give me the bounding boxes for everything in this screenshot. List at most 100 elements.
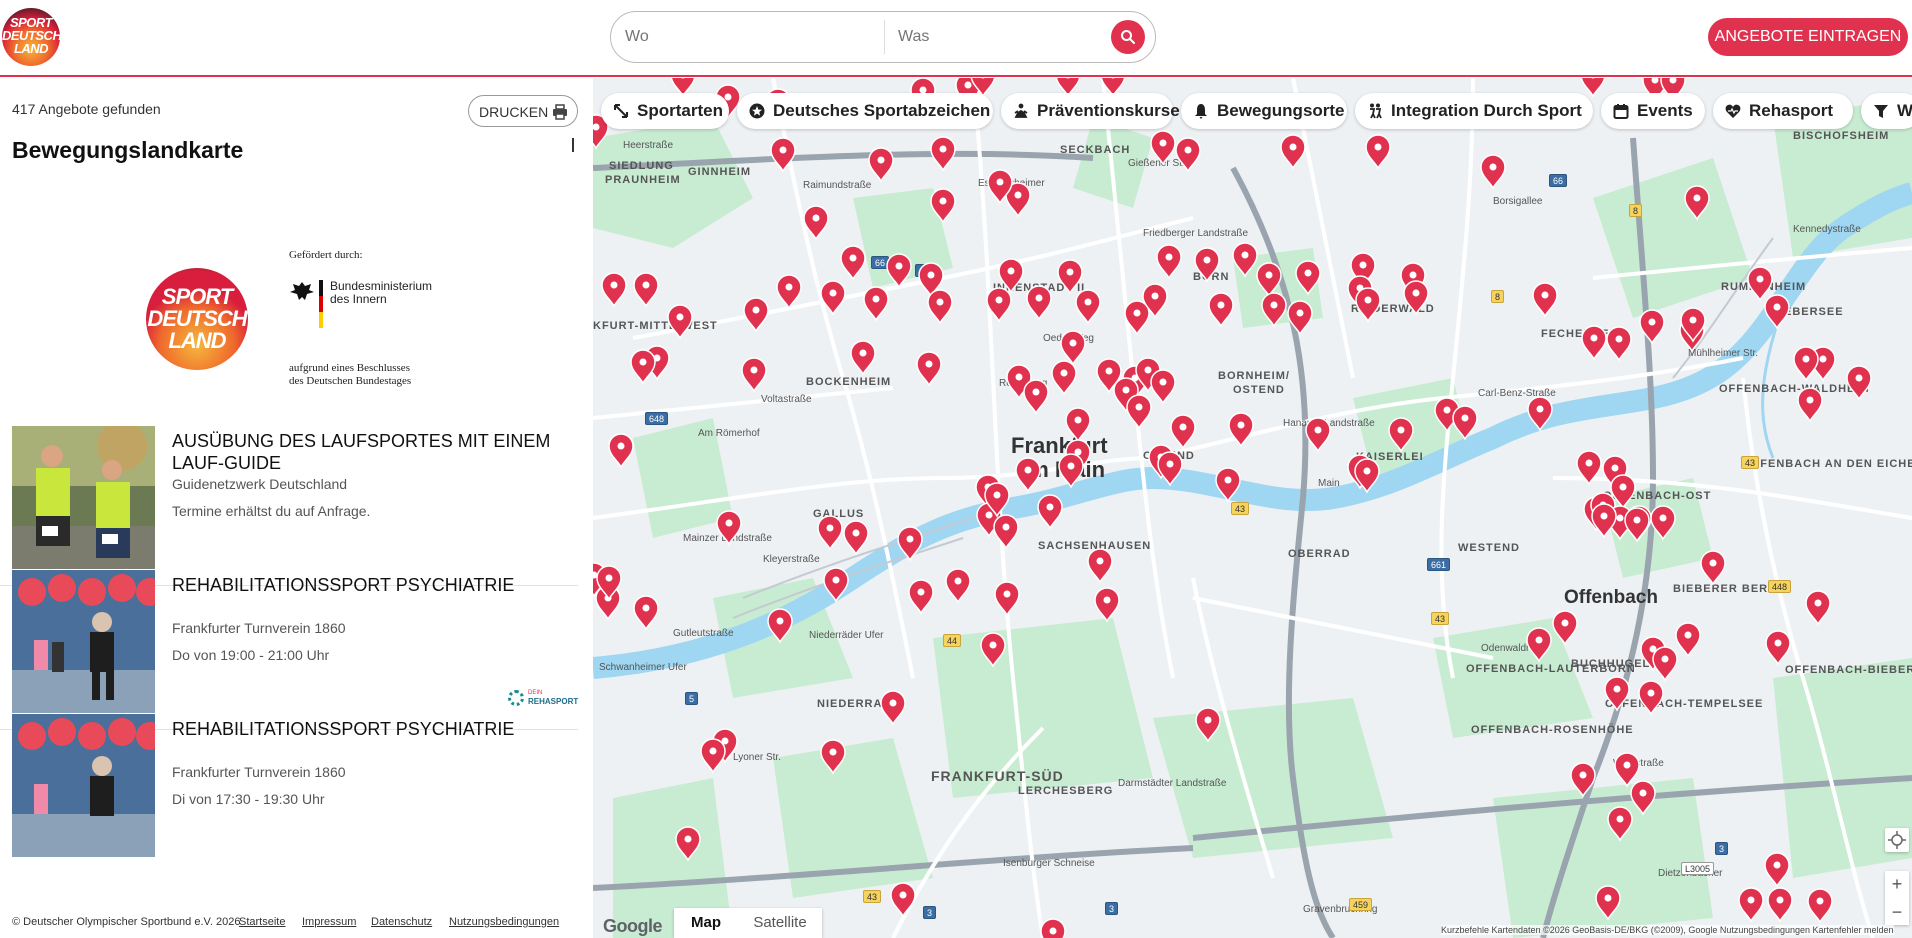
map-marker[interactable]	[608, 433, 634, 469]
map-marker[interactable]	[945, 568, 971, 604]
map-marker[interactable]	[1700, 550, 1726, 586]
map-marker[interactable]	[1051, 360, 1077, 396]
map-marker[interactable]	[1075, 289, 1101, 325]
map-marker[interactable]	[1552, 610, 1578, 646]
map-marker[interactable]	[1194, 247, 1220, 283]
map-marker[interactable]	[890, 882, 916, 918]
map-marker[interactable]	[820, 739, 846, 775]
filter-chip-bewegungsorte[interactable]: Bewegungsorte	[1181, 93, 1347, 129]
map-marker[interactable]	[1452, 405, 1478, 441]
map-marker[interactable]	[1581, 325, 1607, 361]
map-marker[interactable]	[1126, 394, 1152, 430]
map-marker[interactable]	[930, 136, 956, 172]
map-marker[interactable]	[1630, 780, 1656, 816]
map-marker[interactable]	[1150, 130, 1176, 166]
map-marker[interactable]	[667, 304, 693, 340]
map-marker[interactable]	[1156, 244, 1182, 280]
map-marker[interactable]	[1480, 154, 1506, 190]
map-marker[interactable]	[1580, 78, 1606, 98]
map-marker[interactable]	[1526, 627, 1552, 663]
map-marker[interactable]	[1650, 505, 1676, 541]
map-type-satellite-button[interactable]: Satellite	[738, 908, 822, 938]
map-marker[interactable]	[1195, 707, 1221, 743]
map-marker[interactable]	[1738, 887, 1764, 923]
filter-chip-events[interactable]: Events	[1601, 93, 1705, 129]
map-marker[interactable]	[1280, 134, 1306, 170]
map-marker[interactable]	[770, 137, 796, 173]
map-marker[interactable]	[675, 826, 701, 862]
map-marker[interactable]	[927, 289, 953, 325]
filter-chip-praeventionskurse[interactable]: Präventionskurse	[1001, 93, 1180, 129]
map-marker[interactable]	[1094, 587, 1120, 623]
map-marker[interactable]	[1639, 309, 1665, 345]
map-marker[interactable]	[1403, 280, 1429, 316]
map-marker[interactable]	[1607, 806, 1633, 842]
map-marker[interactable]	[1208, 292, 1234, 328]
filter-chip-more[interactable]: W	[1861, 93, 1912, 129]
map-marker[interactable]	[823, 567, 849, 603]
map-marker[interactable]	[803, 205, 829, 241]
map-marker[interactable]	[817, 515, 843, 551]
map-marker[interactable]	[1614, 752, 1640, 788]
map-marker[interactable]	[994, 581, 1020, 617]
map-marker[interactable]	[1256, 262, 1282, 298]
map-marker[interactable]	[1797, 387, 1823, 423]
map-marker[interactable]	[1026, 285, 1052, 321]
map-marker[interactable]	[863, 286, 889, 322]
footer-link-startseite[interactable]: Startseite	[239, 916, 285, 928]
map-marker[interactable]	[1365, 134, 1391, 170]
map-view[interactable]: SIEDLUNG PRAUNHEIM KFURT-MITTE-WEST INNE…	[593, 78, 1912, 938]
offer-image-rehab[interactable]	[12, 714, 155, 857]
offer-card[interactable]: AUSÜBUNG DES LAUFSPORTES MIT EINEM LAUF-…	[0, 426, 578, 586]
map-marker[interactable]	[1764, 294, 1790, 330]
map-marker[interactable]	[908, 579, 934, 615]
map-marker[interactable]	[1175, 137, 1201, 173]
map-marker[interactable]	[1232, 242, 1258, 278]
map-marker[interactable]	[633, 272, 659, 308]
map-marker[interactable]	[700, 738, 726, 774]
map-marker[interactable]	[743, 297, 769, 333]
map-marker[interactable]	[716, 510, 742, 546]
offer-card[interactable]: REHABILITATIONSSPORT PSYCHIATRIE Frankfu…	[0, 714, 578, 874]
map-marker[interactable]	[1652, 646, 1678, 682]
map-marker[interactable]	[843, 520, 869, 556]
zoom-in-button[interactable]: +	[1885, 871, 1909, 897]
map-marker[interactable]	[633, 595, 659, 631]
map-marker[interactable]	[998, 258, 1024, 294]
footer-link-nutzungsbedingungen[interactable]: Nutzungsbedingungen	[449, 916, 559, 928]
map-marker[interactable]	[986, 287, 1012, 323]
map-marker[interactable]	[1595, 885, 1621, 921]
map-marker[interactable]	[1150, 369, 1176, 405]
map-marker[interactable]	[1747, 266, 1773, 302]
map-marker[interactable]	[1305, 417, 1331, 453]
footer-link-impressum[interactable]: Impressum	[302, 916, 356, 928]
footer-link-datenschutz[interactable]: Datenschutz	[371, 916, 432, 928]
filter-chip-integration[interactable]: Integration Durch Sport	[1355, 93, 1593, 129]
map-marker[interactable]	[1040, 918, 1066, 938]
map-marker[interactable]	[1057, 259, 1083, 295]
map-marker[interactable]	[850, 340, 876, 376]
map-marker[interactable]	[767, 608, 793, 644]
map-marker[interactable]	[1807, 888, 1833, 924]
map-marker[interactable]	[1058, 453, 1084, 489]
recenter-button[interactable]	[1885, 828, 1909, 852]
offer-title[interactable]: REHABILITATIONSSPORT PSYCHIATRIE	[172, 574, 572, 596]
map-marker[interactable]	[1388, 417, 1414, 453]
map-marker[interactable]	[1015, 457, 1041, 493]
map-marker[interactable]	[1060, 330, 1086, 366]
search-where-input[interactable]	[625, 25, 875, 49]
map-marker[interactable]	[880, 690, 906, 726]
map-marker[interactable]	[1355, 287, 1381, 323]
map-marker[interactable]	[1624, 507, 1650, 543]
map-marker[interactable]	[1793, 346, 1819, 382]
map-type-map-button[interactable]: Map	[674, 908, 738, 938]
map-marker[interactable]	[980, 632, 1006, 668]
map-marker[interactable]	[1591, 503, 1617, 539]
map-marker[interactable]	[916, 351, 942, 387]
offer-image-runners[interactable]	[12, 426, 155, 569]
filter-chip-sportabzeichen[interactable]: Deutsches Sportabzeichen	[737, 93, 993, 129]
map-marker[interactable]	[1295, 260, 1321, 296]
map-marker[interactable]	[1287, 300, 1313, 336]
map-marker[interactable]	[1570, 762, 1596, 798]
map-marker[interactable]	[1604, 676, 1630, 712]
